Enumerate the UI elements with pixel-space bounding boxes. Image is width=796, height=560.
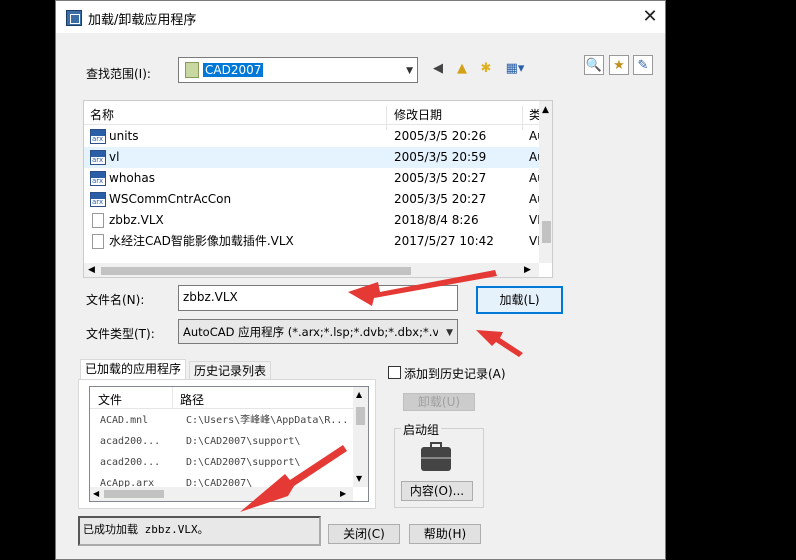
loaded-app-row[interactable]: acad200... D:\CAD2007\support\ xyxy=(90,431,355,452)
arx-file-icon xyxy=(90,171,106,186)
loaded-apps-list[interactable]: 文件 路径 ACAD.mnl C:\Users\李峰峰\AppData\R...… xyxy=(89,386,369,502)
window-title: 加载/卸载应用程序 xyxy=(88,13,197,28)
scroll-right-icon[interactable]: ▶ xyxy=(340,489,346,498)
filetype-dropdown[interactable]: AutoCAD 应用程序 (*.arx;*.lsp;*.dvb;*.dbx;*.… xyxy=(178,319,458,344)
find-file-icon[interactable]: 🔍 xyxy=(584,55,604,75)
loaded-vscrollbar[interactable]: ▲ ▼ xyxy=(353,387,368,487)
scroll-up-icon[interactable]: ▲ xyxy=(542,105,549,115)
add-to-history-checkbox[interactable] xyxy=(388,366,401,379)
load-button[interactable]: 加载(L) xyxy=(476,286,563,314)
loaded-list-header: 文件 路径 xyxy=(90,387,368,409)
filename-label: 文件名(N): xyxy=(86,293,145,307)
file-list-hscrollbar[interactable]: ◀ ▶ xyxy=(84,263,539,277)
vlx-file-icon xyxy=(92,234,104,249)
load-unload-dialog: 加载/卸载应用程序 ✕ 查找范围(I): CAD2007 ▼ ◀ ▲ ✱ ▦▾ … xyxy=(55,0,666,560)
file-row[interactable]: vl 2005/3/5 20:59 Auto xyxy=(84,147,552,168)
scroll-left-icon[interactable]: ◀ xyxy=(88,265,95,275)
app-icon xyxy=(66,10,82,26)
col-date[interactable]: 修改日期 xyxy=(394,106,442,123)
tab-history-list[interactable]: 历史记录列表 xyxy=(189,361,272,381)
back-icon[interactable]: ◀ xyxy=(428,59,448,79)
file-row[interactable]: zbbz.VLX 2018/8/4 8:26 VLX xyxy=(84,210,552,231)
filetype-label: 文件类型(T): xyxy=(86,327,155,341)
loaded-app-row[interactable]: acad200... D:\CAD2007\support\ xyxy=(90,452,355,473)
views-menu-icon[interactable]: ▦▾ xyxy=(502,59,528,79)
loaded-app-row[interactable]: ACAD.mnl C:\Users\李峰峰\AppData\R... xyxy=(90,410,355,431)
vscroll-thumb[interactable] xyxy=(542,221,551,243)
loaded-apps-panel: 文件 路径 ACAD.mnl C:\Users\李峰峰\AppData\R...… xyxy=(78,379,376,509)
folder-icon xyxy=(185,62,199,78)
status-bar: 已成功加载 zbbz.VLX。 xyxy=(78,516,321,546)
arx-file-icon xyxy=(90,192,106,207)
lookin-value: CAD2007 xyxy=(203,62,264,77)
lookin-dropdown[interactable]: CAD2007 ▼ xyxy=(178,57,418,83)
scroll-right-icon[interactable]: ▶ xyxy=(524,265,531,275)
briefcase-icon[interactable] xyxy=(421,442,451,471)
hscroll-thumb[interactable] xyxy=(101,267,411,275)
startup-suite-group: 内容(O)... xyxy=(394,428,484,508)
tools-icon[interactable]: ✎ xyxy=(633,55,653,75)
loaded-app-row[interactable]: AcApp.arx D:\CAD2007\ xyxy=(90,473,355,487)
scroll-up-icon[interactable]: ▲ xyxy=(356,390,362,399)
sort-up-icon: ^ xyxy=(234,100,243,108)
hscroll-thumb[interactable] xyxy=(104,490,164,498)
add-to-history-label: 添加到历史记录(A) xyxy=(404,367,506,381)
lookin-label: 查找范围(I): xyxy=(86,67,151,81)
file-row[interactable]: 水经注CAD智能影像加载插件.VLX 2017/5/27 10:42 VLX xyxy=(84,231,552,252)
arx-file-icon xyxy=(90,150,106,165)
new-folder-icon[interactable]: ✱ xyxy=(476,59,496,79)
chevron-down-icon: ▼ xyxy=(446,327,453,338)
help-button[interactable]: 帮助(H) xyxy=(409,524,481,544)
file-row[interactable]: WSCommCntrAcCon 2005/3/5 20:27 Auto xyxy=(84,189,552,210)
filename-input[interactable]: zbbz.VLX xyxy=(178,285,458,311)
vscroll-thumb[interactable] xyxy=(356,407,365,425)
startup-suite-label: 启动组 xyxy=(401,421,442,438)
scroll-down-icon[interactable]: ▼ xyxy=(356,474,362,483)
vlx-file-icon xyxy=(92,213,104,228)
file-list-vscrollbar[interactable]: ▲ xyxy=(539,101,552,263)
arx-file-icon xyxy=(90,129,106,144)
file-list-header: 名称 ^ 修改日期 类型 xyxy=(84,100,552,130)
unload-button[interactable]: 卸载(U) xyxy=(403,393,475,411)
contents-button[interactable]: 内容(O)... xyxy=(401,481,473,501)
file-listview[interactable]: 名称 ^ 修改日期 类型 units 2005/3/5 20:26 Auto v… xyxy=(83,100,553,278)
loaded-hscrollbar[interactable]: ◀ ▶ xyxy=(90,487,353,501)
scroll-left-icon[interactable]: ◀ xyxy=(93,489,99,498)
up-folder-icon[interactable]: ▲ xyxy=(452,59,472,79)
tab-loaded-apps[interactable]: 已加载的应用程序 xyxy=(80,359,187,381)
col-name[interactable]: 名称 xyxy=(90,106,114,123)
file-row[interactable]: units 2005/3/5 20:26 Auto xyxy=(84,126,552,147)
close-button[interactable]: 关闭(C) xyxy=(328,524,400,544)
close-icon[interactable]: ✕ xyxy=(638,5,662,29)
locate-icon[interactable]: ★ xyxy=(609,55,629,75)
chevron-down-icon: ▼ xyxy=(406,66,413,76)
file-row[interactable]: whohas 2005/3/5 20:27 Auto xyxy=(84,168,552,189)
title-bar: 加载/卸载应用程序 ✕ xyxy=(56,1,665,33)
